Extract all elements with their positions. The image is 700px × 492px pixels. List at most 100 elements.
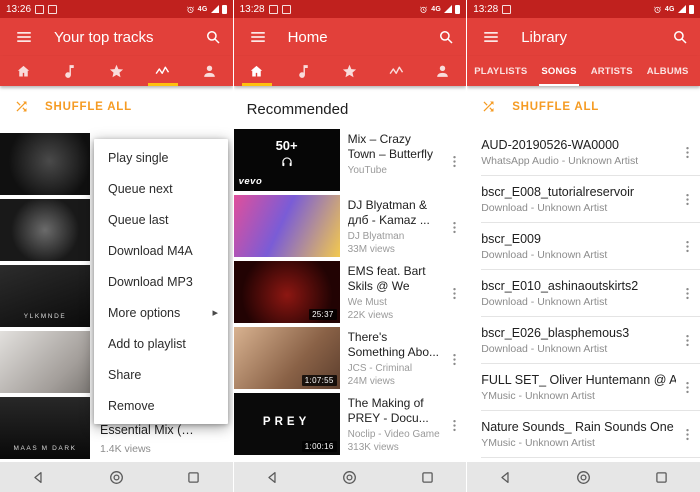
notification-icon [35, 4, 45, 14]
shuffle-icon [481, 99, 496, 114]
home-button[interactable] [563, 464, 603, 490]
music-note-icon [61, 63, 78, 80]
more-options-button[interactable] [676, 145, 700, 160]
album-art-text: YLKMNDE [23, 313, 67, 320]
vevo-logo: vevo [238, 176, 263, 187]
more-options-button[interactable] [442, 195, 466, 259]
context-menu-item[interactable]: Play single [94, 142, 228, 173]
context-menu-item[interactable]: Remove [94, 390, 228, 421]
song-row[interactable]: FULL SET_ Oliver Huntemann @ Alata... YM… [467, 364, 700, 411]
recents-button[interactable] [174, 464, 214, 490]
more-options-button[interactable] [676, 333, 700, 348]
content-area: SHUFFLE ALL YLKMNDE MAAS M DARK Essentia… [0, 86, 233, 462]
tab-songs[interactable] [47, 56, 94, 86]
video-info: Mix – Crazy Town – Butterfly ... YouTube [340, 129, 443, 193]
song-row[interactable]: bscr_E009 Download - Unknown Artist [467, 223, 700, 270]
menu-button[interactable] [477, 23, 505, 51]
context-menu-item[interactable]: Add to playlist [94, 328, 228, 359]
context-menu-item[interactable]: Download MP3 [94, 266, 228, 297]
kebab-icon [447, 286, 462, 301]
tab-home[interactable] [234, 56, 281, 86]
search-button[interactable] [666, 23, 694, 51]
tab-songs[interactable] [280, 56, 327, 86]
tab-favorites[interactable] [93, 56, 140, 86]
notification-icon [502, 4, 512, 14]
more-options-button[interactable] [442, 393, 466, 457]
recents-button[interactable] [641, 464, 681, 490]
tab-artists[interactable] [186, 56, 233, 86]
album-art [0, 199, 90, 261]
context-menu: Play single Queue next Queue last Downlo… [94, 139, 228, 424]
more-options-button[interactable] [442, 261, 466, 325]
video-thumbnail: 1:07:55 [233, 327, 340, 389]
album-art [0, 133, 90, 195]
search-button[interactable] [199, 23, 227, 51]
tab-playlists[interactable]: PLAYLISTS [467, 56, 534, 86]
tab-songs[interactable]: SONGS [534, 56, 583, 86]
tab-top-tracks[interactable] [373, 56, 420, 86]
menu-button[interactable] [244, 23, 272, 51]
video-thumbnail: 25:37 [233, 261, 340, 323]
tab-bar [233, 56, 467, 86]
search-button[interactable] [432, 23, 460, 51]
back-button[interactable] [19, 464, 59, 490]
more-options-button[interactable] [676, 427, 700, 442]
tab-home[interactable] [0, 56, 47, 86]
person-icon [434, 63, 451, 80]
tab-albums[interactable]: ALBUMS [640, 56, 696, 86]
kebab-icon [680, 333, 695, 348]
back-button[interactable] [486, 464, 526, 490]
song-row[interactable]: bscr_E008_tutorialreservoir Download - U… [467, 176, 700, 223]
headphones-icon [234, 155, 340, 169]
song-info: bscr_E026_blasphemous3 Download - Unknow… [481, 326, 676, 355]
more-options-button[interactable] [442, 327, 466, 391]
more-options-button[interactable] [442, 129, 466, 193]
context-menu-item[interactable]: Share [94, 359, 228, 390]
song-row[interactable]: AUD-20190526-WA0000 WhatsApp Audio - Unk… [467, 129, 700, 176]
menu-button[interactable] [10, 23, 38, 51]
context-menu-item[interactable]: More options ▸ [94, 297, 228, 328]
song-row[interactable]: Nature Sounds_ Rain Sounds One Ho... YMu… [467, 411, 700, 458]
context-menu-item[interactable]: Queue last [94, 204, 228, 235]
home-button[interactable] [330, 464, 370, 490]
recents-button[interactable] [407, 464, 447, 490]
video-row[interactable]: DJ Blyatman & длб - Kamaz ... DJ Blyatma… [233, 195, 467, 259]
song-row[interactable]: bscr_E010_ashinaoutskirts2 Download - Un… [467, 270, 700, 317]
song-title: FULL SET_ Oliver Huntemann @ Alata... [481, 373, 676, 387]
song-info: bscr_E010_ashinaoutskirts2 Download - Un… [481, 279, 676, 308]
more-options-button[interactable] [676, 380, 700, 395]
video-channel: YouTube [347, 164, 387, 176]
context-menu-item[interactable]: Queue next [94, 173, 228, 204]
android-nav-bar [0, 462, 233, 492]
more-options-button[interactable] [676, 239, 700, 254]
shuffle-all-button[interactable]: SHUFFLE ALL [467, 86, 700, 125]
video-row[interactable]: 25:37 EMS feat. Bart Skils @ We Mus... W… [233, 261, 467, 325]
tab-top-tracks[interactable] [140, 56, 187, 86]
home-button[interactable] [96, 464, 136, 490]
shuffle-all-button[interactable]: SHUFFLE ALL [0, 86, 233, 125]
context-menu-item[interactable]: Download M4A [94, 235, 228, 266]
panel-top-tracks: 13:26 4G Your top tracks SHUFFLE ALL YLK… [0, 0, 233, 492]
more-options-button[interactable] [676, 286, 700, 301]
video-views: 313K views [347, 442, 399, 453]
status-left: 13:28 [240, 4, 291, 15]
kebab-icon [447, 154, 462, 169]
tab-artists[interactable]: ARTISTS [584, 56, 640, 86]
tab-favorites[interactable] [327, 56, 374, 86]
home-circle-icon [341, 469, 358, 486]
network-4g-icon: 4G [197, 5, 208, 13]
track-views: 1.4K views [100, 443, 151, 455]
video-channel: JCS - Criminal [347, 362, 413, 374]
video-row[interactable]: 50+ vevo Mix – Crazy Town – Butterfly ..… [233, 129, 467, 193]
music-note-icon [295, 63, 312, 80]
video-row[interactable]: 1:07:55 There's Something Abo... JCS - C… [233, 327, 467, 391]
video-row[interactable]: PREY 1:00:16 The Making of PREY - Docu..… [233, 393, 467, 457]
tab-genres[interactable]: GENRES [696, 56, 700, 86]
song-row[interactable]: bscr_E026_blasphemous3 Download - Unknow… [467, 317, 700, 364]
back-button[interactable] [252, 464, 292, 490]
kebab-icon [447, 352, 462, 367]
video-thumbnail: 50+ vevo [233, 129, 340, 191]
more-options-button[interactable] [676, 192, 700, 207]
tab-artists[interactable] [420, 56, 467, 86]
context-menu-item-label: Remove [108, 398, 155, 413]
